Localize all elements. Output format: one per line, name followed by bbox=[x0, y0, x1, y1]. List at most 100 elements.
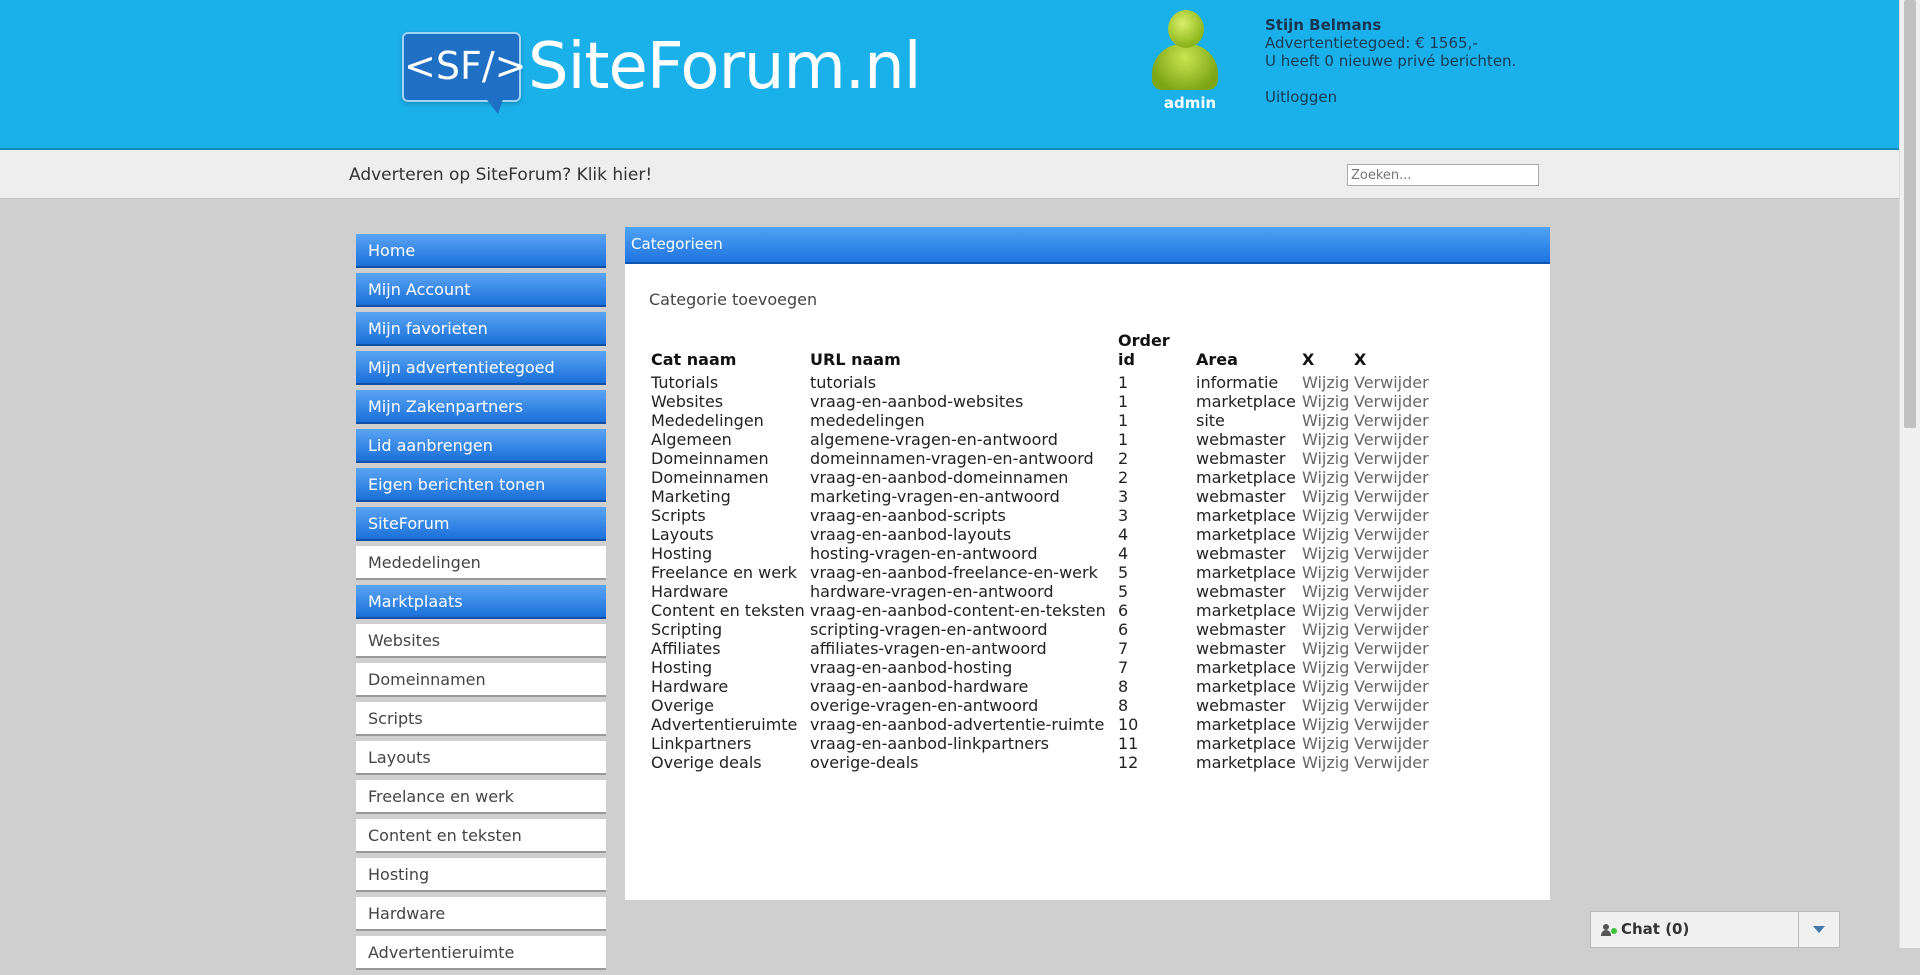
cat-name-cell: Scripting bbox=[651, 620, 723, 639]
sidebar-item[interactable]: Scripts bbox=[356, 702, 606, 736]
sidebar-item[interactable]: Mijn favorieten bbox=[356, 312, 606, 346]
sidebar-item[interactable]: Advertentieruimte bbox=[356, 936, 606, 970]
edit-link[interactable]: Wijzig bbox=[1300, 468, 1352, 487]
url-name-cell: mededelingen bbox=[810, 411, 925, 430]
order-id-cell: 8 bbox=[1118, 696, 1129, 715]
add-category-link[interactable]: Categorie toevoegen bbox=[649, 290, 817, 309]
edit-link[interactable]: Wijzig bbox=[1300, 392, 1352, 411]
delete-link[interactable]: Verwijder bbox=[1352, 582, 1431, 601]
url-name-cell: overige-deals bbox=[810, 753, 919, 772]
cat-name-cell: Overige bbox=[651, 696, 714, 715]
sidebar-item[interactable]: Mijn Zakenpartners bbox=[356, 390, 606, 424]
area-cell: marketplace bbox=[1196, 525, 1296, 544]
scrollbar-thumb[interactable] bbox=[1904, 0, 1916, 428]
edit-link[interactable]: Wijzig bbox=[1300, 734, 1352, 753]
sidebar-item[interactable]: Hardware bbox=[356, 897, 606, 931]
delete-link[interactable]: Verwijder bbox=[1352, 487, 1431, 506]
edit-link[interactable]: Wijzig bbox=[1300, 582, 1352, 601]
order-id-cell: 6 bbox=[1118, 620, 1129, 639]
user-name[interactable]: Stijn Belmans bbox=[1265, 16, 1516, 34]
table-row: Layouts vraag-en-aanbod-layouts 4 marketpla… bbox=[649, 525, 1431, 544]
delete-link[interactable]: Verwijder bbox=[1352, 392, 1431, 411]
cat-name-cell: Layouts bbox=[651, 525, 714, 544]
delete-link[interactable]: Verwijder bbox=[1352, 677, 1431, 696]
sidebar-item[interactable]: Home bbox=[356, 234, 606, 268]
sidebar-item[interactable]: SiteForum bbox=[356, 507, 606, 541]
delete-link[interactable]: Verwijder bbox=[1352, 639, 1431, 658]
edit-link[interactable]: Wijzig bbox=[1300, 715, 1352, 734]
delete-link[interactable]: Verwijder bbox=[1352, 525, 1431, 544]
sidebar-item[interactable]: Mijn advertentietegoed bbox=[356, 351, 606, 385]
delete-link[interactable]: Verwijder bbox=[1352, 506, 1431, 525]
sidebar-item[interactable]: Freelance en werk bbox=[356, 780, 606, 814]
table-row: Domeinnamen domeinnamen-vragen-en-antwoor… bbox=[649, 449, 1431, 468]
edit-link[interactable]: Wijzig bbox=[1300, 430, 1352, 449]
search-input[interactable] bbox=[1347, 164, 1539, 186]
url-name-cell: vraag-en-aanbod-layouts bbox=[810, 525, 1012, 544]
edit-link[interactable]: Wijzig bbox=[1300, 658, 1352, 677]
area-cell: marketplace bbox=[1196, 563, 1296, 582]
cat-name-cell: Websites bbox=[651, 392, 724, 411]
chat-widget[interactable]: Chat (0) bbox=[1590, 911, 1840, 948]
delete-link[interactable]: Verwijder bbox=[1352, 544, 1431, 563]
edit-link[interactable]: Wijzig bbox=[1300, 449, 1352, 468]
order-id-cell: 5 bbox=[1118, 582, 1129, 601]
sidebar-item[interactable]: Mededelingen bbox=[356, 546, 606, 580]
edit-link[interactable]: Wijzig bbox=[1300, 639, 1352, 658]
url-name-cell: hardware-vragen-en-antwoord bbox=[810, 582, 1054, 601]
edit-link[interactable]: Wijzig bbox=[1300, 601, 1352, 620]
edit-link[interactable]: Wijzig bbox=[1300, 487, 1352, 506]
delete-link[interactable]: Verwijder bbox=[1352, 658, 1431, 677]
sidebar-item[interactable]: Marktplaats bbox=[356, 585, 606, 619]
edit-link[interactable]: Wijzig bbox=[1300, 525, 1352, 544]
sidebar-item[interactable]: Mijn Account bbox=[356, 273, 606, 307]
order-id-cell: 3 bbox=[1118, 487, 1129, 506]
advertise-link[interactable]: Adverteren op SiteForum? Klik hier! bbox=[349, 165, 652, 185]
area-cell: webmaster bbox=[1196, 696, 1286, 715]
edit-link[interactable]: Wijzig bbox=[1300, 563, 1352, 582]
delete-link[interactable]: Verwijder bbox=[1352, 373, 1431, 392]
edit-link[interactable]: Wijzig bbox=[1300, 506, 1352, 525]
delete-link[interactable]: Verwijder bbox=[1352, 449, 1431, 468]
sidebar-item[interactable]: Eigen berichten tonen bbox=[356, 468, 606, 502]
delete-link[interactable]: Verwijder bbox=[1352, 734, 1431, 753]
delete-link[interactable]: Verwijder bbox=[1352, 715, 1431, 734]
order-id-cell: 2 bbox=[1118, 468, 1129, 487]
delete-link[interactable]: Verwijder bbox=[1352, 601, 1431, 620]
edit-link[interactable]: Wijzig bbox=[1300, 696, 1352, 715]
delete-link[interactable]: Verwijder bbox=[1352, 468, 1431, 487]
sidebar-item[interactable]: Domeinnamen bbox=[356, 663, 606, 697]
url-name-cell: vraag-en-aanbod-hardware bbox=[810, 677, 1029, 696]
edit-link[interactable]: Wijzig bbox=[1300, 544, 1352, 563]
edit-link[interactable]: Wijzig bbox=[1300, 753, 1352, 772]
logout-link[interactable]: Uitloggen bbox=[1265, 88, 1516, 106]
area-cell: informatie bbox=[1196, 373, 1279, 392]
delete-link[interactable]: Verwijder bbox=[1352, 753, 1431, 772]
site-header: <SF/> SiteForum.nl admin Stijn Belmans A… bbox=[0, 0, 1900, 150]
edit-link[interactable]: Wijzig bbox=[1300, 411, 1352, 430]
page-scrollbar[interactable] bbox=[1899, 0, 1920, 948]
delete-link[interactable]: Verwijder bbox=[1352, 696, 1431, 715]
cat-name-cell: Overige deals bbox=[651, 753, 762, 772]
chat-label: Chat (0) bbox=[1621, 920, 1690, 938]
area-cell: webmaster bbox=[1196, 582, 1286, 601]
edit-link[interactable]: Wijzig bbox=[1300, 620, 1352, 639]
edit-link[interactable]: Wijzig bbox=[1300, 677, 1352, 696]
delete-link[interactable]: Verwijder bbox=[1352, 563, 1431, 582]
area-cell: marketplace bbox=[1196, 506, 1296, 525]
sidebar-item[interactable]: Lid aanbrengen bbox=[356, 429, 606, 463]
private-messages-status[interactable]: U heeft 0 nieuwe privé berichten. bbox=[1265, 52, 1516, 70]
user-avatar-icon[interactable] bbox=[1150, 10, 1220, 90]
cat-name-cell: Hardware bbox=[651, 582, 729, 601]
delete-link[interactable]: Verwijder bbox=[1352, 430, 1431, 449]
order-id-cell: 1 bbox=[1118, 373, 1129, 392]
edit-link[interactable]: Wijzig bbox=[1300, 373, 1352, 392]
delete-link[interactable]: Verwijder bbox=[1352, 411, 1431, 430]
sidebar-item[interactable]: Hosting bbox=[356, 858, 606, 892]
sidebar-item[interactable]: Layouts bbox=[356, 741, 606, 775]
chevron-down-icon[interactable] bbox=[1798, 912, 1839, 947]
sidebar-item[interactable]: Content en teksten bbox=[356, 819, 606, 853]
sidebar-item[interactable]: Websites bbox=[356, 624, 606, 658]
delete-link[interactable]: Verwijder bbox=[1352, 620, 1431, 639]
url-name-cell: vraag-en-aanbod-websites bbox=[810, 392, 1024, 411]
